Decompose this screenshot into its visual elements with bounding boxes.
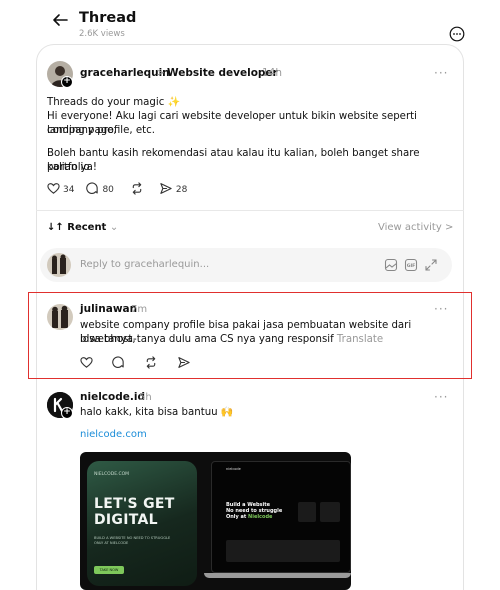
laptop-block (298, 502, 316, 522)
reply-count: 80 (102, 185, 114, 195)
more-circle-icon[interactable] (449, 26, 465, 42)
back-arrow-icon[interactable] (50, 10, 70, 30)
post-actions: 34 80 28 (47, 182, 199, 198)
view-count: 2.6K views (79, 29, 125, 39)
promo-button: TAKE NOW (94, 566, 124, 574)
promo-headline-line: LET'S GET (94, 496, 175, 512)
sort-label: Recent (67, 222, 107, 233)
top-bar: Thread 2.6K views (0, 0, 500, 44)
website-link[interactable]: nielcode.com (80, 429, 147, 440)
page-title: Thread (79, 10, 137, 26)
laptop-screen: nielcode Build a Website No need to stru… (211, 461, 351, 573)
laptop-headline: Build a Website No need to struggle Only… (226, 502, 296, 520)
heart-icon (47, 182, 63, 198)
reply-tools: GIF (384, 257, 438, 276)
comment-icon[interactable] (112, 356, 128, 369)
share-button[interactable]: 28 (159, 182, 187, 198)
svg-text:GIF: GIF (407, 263, 416, 269)
laptop-headline-line: Only at Nielcode (226, 514, 296, 520)
comment-time: 5h (139, 392, 152, 403)
comment-text-line: bisa tanya-tanya dulu ama CS nya yang re… (80, 333, 460, 347)
laptop-headline-text: Only at (226, 514, 247, 520)
share-icon[interactable] (177, 356, 194, 369)
comment-author[interactable]: nielcode.id (80, 391, 145, 403)
avatar (47, 253, 71, 277)
translate-link[interactable]: Translate (337, 334, 383, 345)
plus-badge-icon[interactable]: + (61, 76, 73, 88)
image-icon[interactable] (384, 257, 398, 276)
view-activity-link[interactable]: View activity > (378, 222, 453, 233)
laptop-nav: nielcode (226, 467, 241, 471)
like-count: 34 (63, 185, 75, 195)
gif-icon[interactable]: GIF (404, 257, 418, 276)
sort-arrows-icon: ↓↑ (47, 222, 64, 233)
chevron-down-icon: ⌄ (109, 222, 119, 233)
post-text-line: Threads do your magic ✨ (47, 97, 181, 108)
post-text-line: kalian ya! (47, 162, 97, 173)
heart-icon[interactable] (80, 356, 96, 369)
laptop-block (320, 502, 340, 522)
post-text-line: company profile, etc. (47, 125, 155, 136)
promo-small-text: NIELCODE.COM (94, 472, 130, 477)
laptop-block (226, 540, 340, 562)
comment-button[interactable]: 80 (86, 182, 114, 198)
expand-icon[interactable] (424, 257, 438, 276)
breadcrumb-separator: > (156, 67, 165, 79)
promo-subtext: BUILD A WEBSITE NO NEED TO STRUGGLE ONLY… (94, 536, 171, 545)
comment-icon (86, 182, 102, 198)
repost-icon[interactable] (144, 356, 161, 369)
laptop-base (204, 573, 351, 578)
promo-card: NIELCODE.COM LET'S GET DIGITAL BUILD A W… (87, 461, 197, 586)
repost-button[interactable] (130, 182, 147, 198)
divider (36, 210, 464, 211)
promo-headline-line: DIGITAL (94, 512, 158, 528)
post-time: 14h (262, 67, 283, 79)
sort-dropdown[interactable]: ↓↑ Recent ⌄ (47, 222, 118, 233)
more-dots-icon[interactable]: ··· (434, 390, 448, 404)
share-icon (159, 182, 176, 198)
share-count: 28 (175, 185, 188, 195)
reply-placeholder: Reply to graceharlequin... (80, 259, 210, 270)
laptop-headline-accent: Nielcode (248, 514, 273, 520)
comment-time: 7m (131, 304, 148, 315)
comment-actions (80, 356, 206, 369)
promo-headline: LET'S GET DIGITAL (94, 496, 175, 528)
comment-text: bisa tanya-tanya dulu ama CS nya yang re… (80, 334, 334, 345)
promo-image[interactable]: NIELCODE.COM LET'S GET DIGITAL BUILD A W… (80, 452, 351, 590)
plus-badge-icon[interactable]: + (61, 407, 73, 419)
more-dots-icon[interactable]: ··· (434, 66, 448, 80)
like-button[interactable]: 34 (47, 182, 74, 198)
comment-author[interactable]: julinawan (80, 303, 137, 315)
more-dots-icon[interactable]: ··· (434, 302, 448, 316)
repost-icon (130, 182, 147, 198)
comment-text-line: halo kakk, kita bisa bantuu 🙌 (80, 407, 234, 418)
avatar[interactable] (47, 304, 73, 330)
